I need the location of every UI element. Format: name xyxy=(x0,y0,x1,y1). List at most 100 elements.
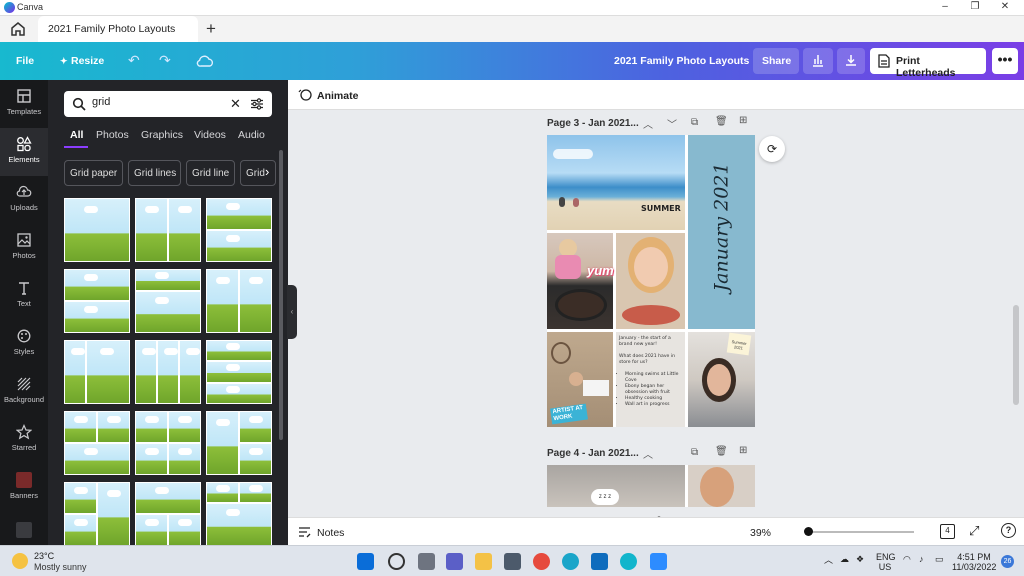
filter-icon[interactable] xyxy=(250,97,264,111)
canva-taskbar-icon[interactable] xyxy=(620,553,637,570)
battery-icon[interactable]: ▭ xyxy=(935,554,944,564)
page4-add-icon[interactable]: ⊞ xyxy=(739,445,747,456)
file-explorer-icon[interactable] xyxy=(475,553,492,570)
close-window-button[interactable]: ✕ xyxy=(998,1,1012,12)
redo-icon[interactable]: ↷ xyxy=(159,52,171,69)
page3-delete-icon[interactable]: 🗑 xyxy=(715,116,728,127)
grid-thumbnail[interactable] xyxy=(64,269,130,333)
boy-photo[interactable] xyxy=(688,465,755,507)
sidebar-item-text[interactable]: Text xyxy=(0,272,48,320)
grid-thumbnail[interactable] xyxy=(206,411,272,475)
grid-thumbnail[interactable] xyxy=(135,482,201,545)
beach-photo[interactable]: SUMMER xyxy=(547,135,685,230)
tab-photos[interactable]: Photos xyxy=(96,129,129,141)
page3-up-icon[interactable]: ︿ xyxy=(643,116,653,131)
january-title-panel[interactable]: January 2021 xyxy=(688,135,755,329)
page3-duplicate-icon[interactable]: ⧉ xyxy=(691,117,698,128)
sidebar-item-starred[interactable]: Starred xyxy=(0,416,48,464)
language-indicator[interactable]: ENG US xyxy=(876,552,896,572)
calculator-icon[interactable] xyxy=(504,553,521,570)
chip-grid[interactable]: Grid xyxy=(240,160,276,186)
january-note[interactable]: January - the start of a brand new year!… xyxy=(616,332,685,427)
notification-badge[interactable]: 26 xyxy=(1001,555,1014,568)
print-letterheads-button[interactable]: Print Letterheads xyxy=(870,48,986,79)
share-button[interactable]: Share xyxy=(753,48,799,74)
sidebar-item-templates[interactable]: Templates xyxy=(0,80,48,128)
chip-grid-lines[interactable]: Grid lines xyxy=(128,160,181,186)
search-input[interactable] xyxy=(92,96,222,108)
clock[interactable]: 4:51 PM 11/03/2022 xyxy=(952,552,996,572)
minimize-button[interactable]: – xyxy=(938,1,952,12)
home-icon[interactable] xyxy=(10,21,26,37)
edge-icon[interactable] xyxy=(562,553,579,570)
resize-button[interactable]: Resize xyxy=(71,55,104,67)
page4-title[interactable]: Page 4 - Jan 2021... xyxy=(547,448,639,459)
undo-icon[interactable]: ↶ xyxy=(128,52,140,69)
teams-chat-icon[interactable] xyxy=(446,553,463,570)
weather-sun-icon[interactable] xyxy=(12,553,28,569)
volume-icon[interactable]: ♪ xyxy=(919,554,924,564)
girl-portrait-photo[interactable] xyxy=(616,233,685,329)
chip-grid-line[interactable]: Grid line xyxy=(186,160,235,186)
zoom-app-icon[interactable] xyxy=(650,553,667,570)
sidebar-item-photos[interactable]: Photos xyxy=(0,224,48,272)
chip-grid-paper[interactable]: Grid paper xyxy=(64,160,123,186)
sidebar-item-uploads[interactable]: Uploads xyxy=(0,176,48,224)
collapse-panel-button[interactable]: ‹ xyxy=(287,285,297,339)
page-3-canvas[interactable]: SUMMER January 2021 yum ARTIST AT WORK J… xyxy=(547,135,755,427)
tab-document[interactable]: 2021 Family Photo Layouts xyxy=(38,16,198,42)
task-view-icon[interactable] xyxy=(418,553,435,570)
sidebar-item-elements[interactable]: Elements xyxy=(0,128,48,176)
grid-thumbnail[interactable] xyxy=(64,482,130,545)
more-apps-icon[interactable] xyxy=(16,522,32,538)
page4-duplicate-icon[interactable]: ⧉ xyxy=(691,447,698,458)
page3-down-icon[interactable]: ﹀ xyxy=(667,116,677,131)
tab-audio[interactable]: Audio xyxy=(238,129,265,141)
grid-thumbnail[interactable] xyxy=(135,340,201,404)
zoom-slider[interactable] xyxy=(806,531,914,533)
grid-thumbnail[interactable] xyxy=(206,340,272,404)
file-menu[interactable]: File xyxy=(16,55,34,67)
selfie-photo[interactable]: Summer 2021 xyxy=(688,332,755,427)
page3-title[interactable]: Page 3 - Jan 2021... xyxy=(547,118,639,129)
search-taskbar-icon[interactable] xyxy=(388,553,405,570)
chrome-icon[interactable] xyxy=(533,553,550,570)
grid-thumbnail[interactable] xyxy=(135,411,201,475)
tray-expand-icon[interactable]: ︿ xyxy=(824,555,833,565)
windows-start-icon[interactable] xyxy=(357,553,374,570)
wifi-icon[interactable]: ◠ xyxy=(903,554,911,564)
download-button[interactable] xyxy=(837,48,865,74)
chip-scroll-right-icon[interactable]: › xyxy=(265,164,269,179)
page4-up-icon[interactable]: ︿ xyxy=(643,446,653,461)
fullscreen-icon[interactable]: ⤢ xyxy=(969,523,979,539)
onedrive-icon[interactable]: ☁ xyxy=(840,554,849,564)
grid-thumbnail[interactable] xyxy=(64,411,130,475)
grid-thumbnail[interactable] xyxy=(64,198,130,262)
clear-search-icon[interactable]: ✕ xyxy=(230,96,241,112)
insights-button[interactable] xyxy=(803,48,833,74)
weather-temperature[interactable]: 23°C xyxy=(34,551,54,561)
sidebar-item-styles[interactable]: Styles xyxy=(0,320,48,368)
outlook-icon[interactable] xyxy=(591,553,608,570)
tab-graphics[interactable]: Graphics xyxy=(141,129,183,141)
panel-scrollbar[interactable] xyxy=(279,150,283,440)
animate-button[interactable]: Animate xyxy=(317,90,358,102)
grid-thumbnail[interactable] xyxy=(135,269,201,333)
grid-thumbnail[interactable] xyxy=(64,340,130,404)
weather-description[interactable]: Mostly sunny xyxy=(34,562,87,572)
tab-videos[interactable]: Videos xyxy=(194,129,226,141)
page-4-canvas[interactable]: z z z xyxy=(547,465,755,507)
tab-all[interactable]: All xyxy=(70,129,83,141)
zoom-slider-knob[interactable] xyxy=(804,527,813,536)
sidebar-item-background[interactable]: Background xyxy=(0,368,48,416)
artist-photo[interactable]: ARTIST AT WORK xyxy=(547,332,613,427)
grid-thumbnail[interactable] xyxy=(135,198,201,262)
sleeping-photo[interactable]: z z z xyxy=(547,465,685,507)
dropbox-icon[interactable]: ❖ xyxy=(856,554,864,564)
page-count-button[interactable]: 4 xyxy=(940,524,955,539)
maximize-button[interactable]: ❐ xyxy=(968,1,982,12)
page4-delete-icon[interactable]: 🗑 xyxy=(715,446,728,457)
grid-thumbnail[interactable] xyxy=(206,482,272,545)
page3-add-icon[interactable]: ⊞ xyxy=(739,115,747,126)
new-tab-button[interactable]: + xyxy=(206,19,216,39)
